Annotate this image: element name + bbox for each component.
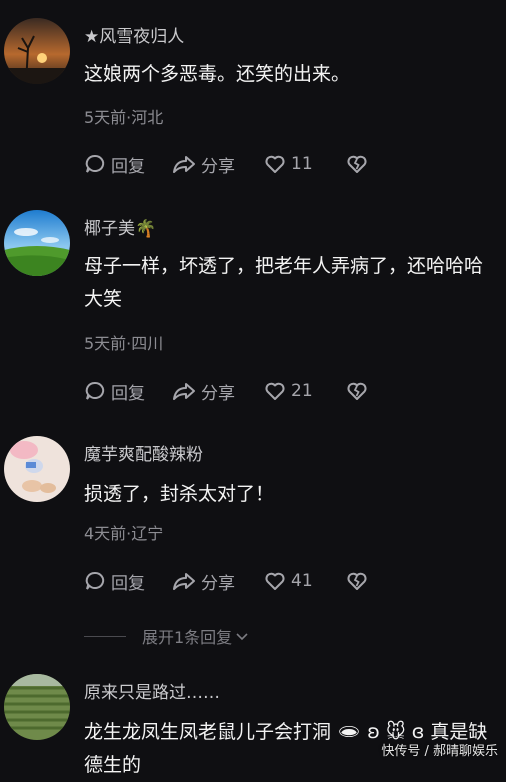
chevron-down-icon [236, 633, 248, 641]
share-icon [173, 156, 195, 173]
dislike-button[interactable] [346, 570, 368, 592]
comment-actions: 回复 分享 11 [84, 151, 368, 177]
reply-label: 回复 [111, 573, 145, 594]
share-button[interactable]: 分享 [172, 569, 264, 594]
comment-text: 这娘两个多恶毒。还笑的出来。 [84, 63, 351, 85]
like-count: 41 [291, 571, 313, 591]
heart-icon [265, 155, 285, 173]
reply-icon [85, 154, 105, 173]
reply-label: 回复 [111, 383, 145, 404]
comment-meta: 5天前·河北 [84, 108, 164, 127]
avatar[interactable] [4, 674, 70, 740]
comment-meta: 4天前·辽宁 [84, 524, 164, 543]
comment-meta: 5天前·四川 [84, 334, 164, 353]
username[interactable]: 魔芋爽配酸辣粉 [84, 440, 203, 465]
like-button[interactable]: 21 [264, 380, 346, 402]
comment-actions: 回复 分享 41 [84, 568, 368, 594]
share-label: 分享 [201, 573, 235, 594]
reply-icon [85, 571, 105, 590]
expand-replies-label: 展开1条回复 [142, 628, 233, 647]
share-icon [173, 573, 195, 590]
broken-heart-icon [347, 382, 367, 400]
reply-button[interactable]: 回复 [84, 569, 172, 594]
dislike-button[interactable] [346, 380, 368, 402]
like-button[interactable]: 11 [264, 153, 346, 175]
share-button[interactable]: 分享 [172, 379, 264, 404]
heart-icon [265, 572, 285, 590]
watermark: 快传号 / 郝晴聊娱乐 [381, 744, 498, 759]
share-button[interactable]: 分享 [172, 152, 264, 177]
dislike-button[interactable] [346, 153, 368, 175]
reply-icon [85, 381, 105, 400]
like-count: 11 [291, 154, 313, 174]
username[interactable]: ★风雪夜归人 [84, 22, 184, 47]
share-icon [173, 383, 195, 400]
broken-heart-icon [347, 155, 367, 173]
username[interactable]: 原来只是路过…… [84, 678, 220, 703]
share-label: 分享 [201, 156, 235, 177]
comment-actions: 回复 分享 21 [84, 378, 368, 404]
comment-text: 母子一样，坏透了，把老年人弄病了，还哈哈哈大笑 [84, 255, 484, 310]
heart-icon [265, 382, 285, 400]
avatar[interactable] [4, 436, 70, 502]
comment-text: 损透了，封杀太对了！ [84, 483, 275, 505]
broken-heart-icon [347, 572, 367, 590]
reply-label: 回复 [111, 156, 145, 177]
avatar[interactable] [4, 210, 70, 276]
reply-button[interactable]: 回复 [84, 152, 172, 177]
like-count: 21 [291, 381, 313, 401]
avatar[interactable] [4, 18, 70, 84]
username[interactable]: 椰子美🌴 [84, 214, 156, 239]
share-label: 分享 [201, 383, 235, 404]
reply-button[interactable]: 回复 [84, 379, 172, 404]
like-button[interactable]: 41 [264, 570, 346, 592]
divider [84, 635, 126, 637]
expand-replies-button[interactable]: 展开1条回复 [84, 624, 250, 648]
